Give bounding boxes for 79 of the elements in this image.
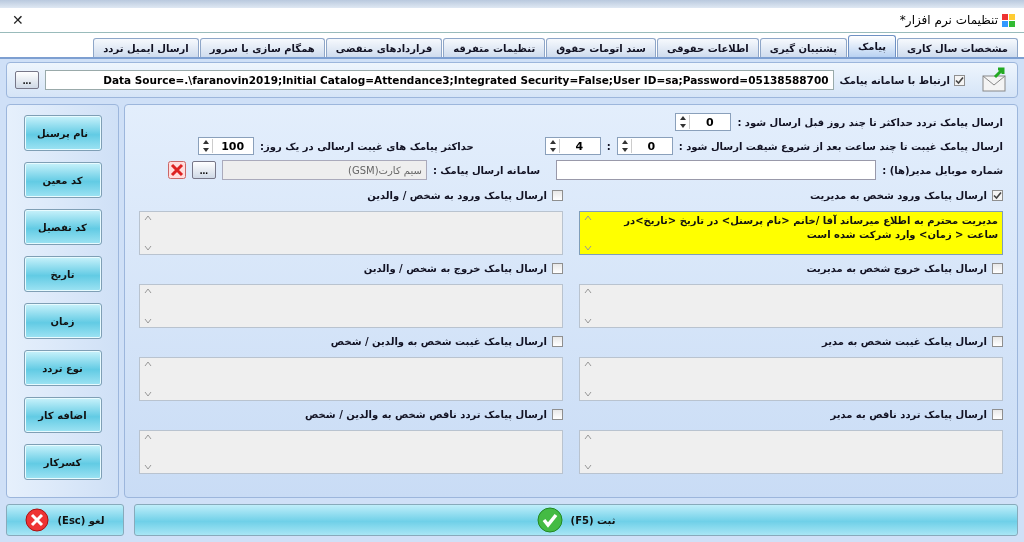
checkbox[interactable] — [552, 335, 563, 347]
setting-label: ارسال پیامک غیبت تا چند ساعت بعد از شروع شیفت ارسال شود : — [678, 140, 1003, 152]
tab[interactable]: سند اتومات حقوق — [546, 38, 656, 57]
message-field[interactable] — [579, 430, 1003, 474]
tab[interactable]: مشخصات سال کاری — [897, 38, 1018, 57]
tab[interactable]: همگام سازی با سرور — [199, 38, 325, 57]
scroll-arrows-icon — [584, 287, 592, 325]
scroll-arrows-icon — [144, 214, 152, 252]
delete-icon[interactable] — [167, 161, 186, 179]
checkbox-label: ارسال پیامک خروج شخص به مدیریت — [806, 262, 987, 274]
scroll-arrows-icon — [144, 433, 152, 471]
tab[interactable]: پیامک — [848, 35, 897, 57]
number-spinner[interactable]: 100 — [198, 137, 255, 155]
browse-button[interactable]: ... — [191, 161, 216, 179]
browse-button[interactable]: ... — [15, 71, 39, 89]
connection-label: ارتباط با سامانه پیامک — [839, 74, 950, 86]
field-button[interactable]: اضافه کار — [23, 397, 102, 433]
app-icon — [1002, 13, 1016, 27]
envelope-icon — [981, 67, 1009, 93]
cancel-button[interactable]: لغو (Esc) — [6, 504, 124, 536]
window-title: تنظیمات نرم افزار* — [899, 13, 998, 27]
checkbox[interactable] — [552, 262, 563, 274]
field-button[interactable]: تاریخ — [23, 256, 102, 292]
checkbox[interactable] — [992, 335, 1003, 347]
tab[interactable]: تنظیمات متفرقه — [443, 38, 546, 57]
spin-arrows-icon — [202, 139, 214, 153]
setting-label: حداکثر پیامک های غیبت ارسالی در یک روز: — [260, 140, 474, 152]
message-field[interactable] — [579, 357, 1003, 401]
field-button[interactable]: زمان — [23, 303, 102, 339]
checkbox-label: ارسال پیامک غیبت شخص به مدیر — [822, 335, 987, 347]
field-button[interactable]: کد تفصیل — [23, 209, 102, 245]
number-spinner[interactable]: 4 — [544, 137, 601, 155]
setting-label: ارسال پیامک تردد حداکثر تا چند روز قبل ارسال شود : — [737, 116, 1003, 128]
scroll-arrows-icon — [144, 360, 152, 398]
field-button[interactable]: کسرکار — [23, 444, 102, 480]
scroll-arrows-icon — [144, 287, 152, 325]
save-button[interactable]: ثبت (F5) — [134, 504, 1018, 536]
spin-arrows-icon — [620, 139, 632, 153]
scroll-arrows-icon — [584, 433, 592, 471]
number-spinner[interactable]: 0 — [675, 113, 732, 131]
checkbox[interactable] — [992, 262, 1003, 274]
checkbox[interactable] — [552, 189, 563, 201]
tab[interactable]: قراردادهای منقضی — [325, 38, 443, 57]
checkbox-label: ارسال پیامک غیبت شخص به والدین / شخص — [330, 335, 547, 347]
tab[interactable]: پشتیبان گیری — [759, 38, 847, 57]
setting-label: شماره موبایل مدیر(ها) : — [882, 164, 1003, 176]
spin-arrows-icon — [548, 139, 560, 153]
checkbox[interactable] — [552, 408, 563, 420]
sms-system-field[interactable]: سیم کارت(GSM) — [221, 160, 427, 180]
field-button[interactable]: نوع تردد — [23, 350, 102, 386]
field-button[interactable]: کد معین — [23, 162, 102, 198]
tab[interactable]: اطلاعات حقوقی — [656, 38, 759, 57]
checkbox-label: ارسال پیامک ورود به شخص / والدین — [367, 189, 547, 201]
mobile-input-field[interactable] — [556, 160, 877, 180]
message-field[interactable] — [579, 284, 1003, 328]
message-field[interactable] — [139, 430, 563, 474]
setting-label: سامانه ارسال پیامک : — [432, 164, 541, 176]
checkbox-label: ارسال پیامک ورود شخص به مدیریت — [810, 189, 987, 201]
spin-arrows-icon — [679, 115, 691, 129]
checkbox[interactable] — [992, 408, 1003, 420]
checkbox-label: ارسال پیامک تردد ناقص شخص به والدین / شخص — [304, 408, 547, 420]
close-button[interactable]: ✕ — [8, 12, 28, 28]
cancel-icon — [25, 508, 50, 532]
checkmark-icon — [536, 507, 563, 533]
field-button[interactable]: نام پرسنل — [23, 115, 102, 151]
checkbox[interactable] — [992, 189, 1003, 201]
separator-label: : — [606, 140, 611, 152]
checkbox-label: ارسال پیامک خروج به شخص / والدین — [363, 262, 547, 274]
number-spinner[interactable]: 0 — [616, 137, 673, 155]
message-field[interactable] — [139, 357, 563, 401]
connection-string-field[interactable]: Data Source=.\faranovin2019;Initial Catalog=Attendance3;Integrated Security=False;User ID=sa;Password=05138588700 — [45, 70, 834, 90]
scroll-arrows-icon — [584, 214, 592, 252]
tab[interactable]: ارسال ایمیل تردد — [93, 38, 199, 57]
checkbox[interactable] — [954, 74, 965, 86]
scroll-arrows-icon — [584, 360, 592, 398]
message-field[interactable] — [139, 284, 563, 328]
message-field[interactable]: مدیریت محترم به اطلاع میرساند آقا /خانم <نام پرسنل> در تاریخ <تاریخ>در ساعت < زمان> وارد شرکت شده است — [579, 211, 1003, 255]
checkbox-label: ارسال پیامک تردد ناقص به مدیر — [830, 408, 987, 420]
message-field[interactable] — [139, 211, 563, 255]
